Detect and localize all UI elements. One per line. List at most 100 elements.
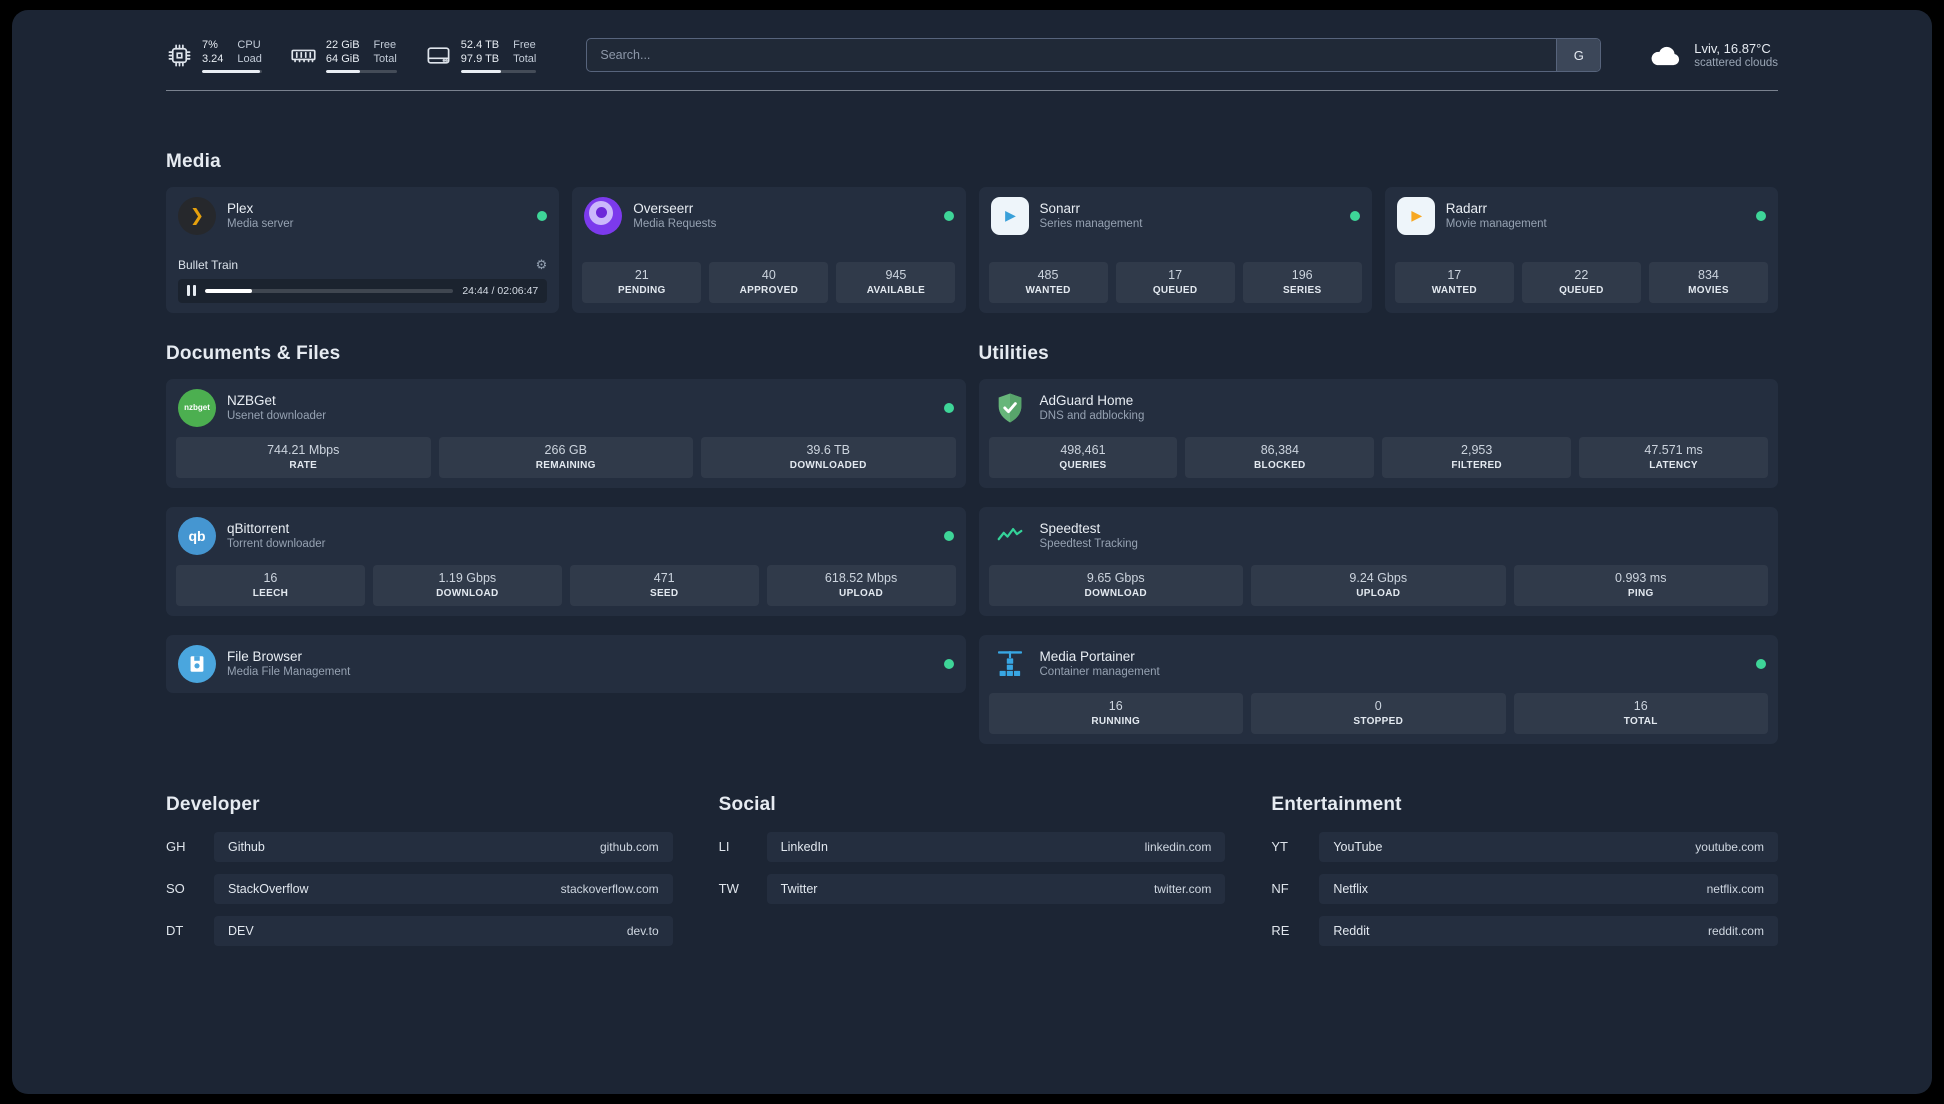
- qbittorrent-icon: qb: [178, 516, 216, 555]
- stat-tile: 21 PENDING: [582, 261, 702, 303]
- gear-icon[interactable]: ⚙: [536, 257, 548, 273]
- bookmark-item[interactable]: YT YouTube youtube.com: [1271, 831, 1778, 862]
- cpu-icon: [166, 42, 193, 69]
- service-name: Overseerr: [633, 201, 694, 217]
- service-subtitle: Usenet downloader: [227, 410, 327, 423]
- media-grid: ❯ Plex Media server Bullet Train ⚙ 24:44…: [166, 186, 1778, 313]
- stat-value: 86,384: [1260, 442, 1299, 457]
- stat-value: 266 GB: [544, 442, 587, 457]
- service-card-nzbget[interactable]: nzbget NZBGet Usenet downloader 744.21 M…: [166, 378, 966, 488]
- service-card-overseerr[interactable]: Overseerr Media Requests 21 PENDING 40 APPR…: [572, 186, 966, 313]
- service-subtitle: Media Requests: [633, 218, 717, 231]
- cpu-progress-bar: [202, 69, 262, 73]
- disk-free-value: 52.4 TB: [460, 39, 500, 51]
- section-title-entertainment: Entertainment: [1271, 793, 1402, 815]
- bookmark-abbr: RE: [1271, 923, 1290, 939]
- stat-value: 22: [1574, 267, 1589, 282]
- memory-progress-bar: [325, 69, 397, 73]
- bookmarks-grid: Developer GH Github github.com SO StackOverf…: [166, 794, 1778, 998]
- stats-row: 21 PENDING 40 APPROVED 945 AVAILABLE: [572, 261, 965, 313]
- utilities-column: Utilities AdGuard Home DNS and adblockin…: [978, 313, 1779, 744]
- stats-row: 485 WANTED 17 QUEUED 196 SERIES: [979, 261, 1372, 313]
- bookmark-url: github.com: [599, 839, 659, 854]
- service-card-adguard[interactable]: AdGuard Home DNS and adblocking 498,461 Q…: [978, 378, 1779, 488]
- disk-label-2: Total: [513, 53, 537, 66]
- service-subtitle: Torrent downloader: [227, 538, 326, 551]
- stats-row: 498,461 QUERIES 86,384 BLOCKED 2,953 FILTERED…: [979, 436, 1779, 488]
- player-progress-bar[interactable]: [205, 288, 454, 293]
- search-input[interactable]: [587, 39, 1557, 72]
- bookmark-url: reddit.com: [1707, 923, 1764, 938]
- stat-label: QUEUED: [1152, 284, 1198, 296]
- service-name: AdGuard Home: [1039, 393, 1134, 409]
- bookmark-item[interactable]: NF Netflix netflix.com: [1271, 873, 1778, 904]
- stat-tile: 16 TOTAL: [1513, 692, 1768, 734]
- stat-label: RATE: [289, 459, 318, 471]
- service-subtitle: Speedtest Tracking: [1039, 538, 1138, 551]
- bookmark-link[interactable]: Netflix netflix.com: [1319, 873, 1778, 904]
- stat-label: AVAILABLE: [866, 284, 926, 296]
- stat-label: REMAINING: [535, 459, 596, 471]
- stat-tile: 17 QUEUED: [1115, 261, 1235, 303]
- stat-label: SEED: [649, 587, 679, 599]
- bookmark-link[interactable]: Reddit reddit.com: [1319, 915, 1778, 946]
- service-card-plex[interactable]: ❯ Plex Media server Bullet Train ⚙ 24:44…: [166, 186, 560, 313]
- stat-tile: 498,461 QUERIES: [988, 436, 1178, 478]
- bookmark-link[interactable]: YouTube youtube.com: [1319, 831, 1778, 862]
- search-provider-button[interactable]: G: [1556, 39, 1601, 72]
- bookmark-link[interactable]: Github github.com: [214, 831, 673, 862]
- bookmark-link[interactable]: DEV dev.to: [214, 915, 673, 946]
- service-subtitle: Media File Management: [227, 666, 351, 679]
- stat-value: 196: [1291, 267, 1313, 282]
- stat-label: TOTAL: [1623, 715, 1658, 727]
- stat-value: 21: [634, 267, 649, 282]
- bookmark-link[interactable]: LinkedIn linkedin.com: [766, 831, 1226, 862]
- status-dot: [943, 658, 954, 669]
- service-card-radarr[interactable]: ▶ Radarr Movie management 17 WANTED 22 QUEU…: [1384, 186, 1778, 313]
- stats-row: 16 LEECH 1.19 Gbps DOWNLOAD 471 SEED 618.52 Mb…: [166, 564, 966, 616]
- service-card-portainer[interactable]: Media Portainer Container management 16 R…: [978, 634, 1778, 744]
- disk-icon: [425, 42, 452, 69]
- service-card-sonarr[interactable]: ▶ Sonarr Series management 485 WANTED 17 QU…: [978, 186, 1372, 313]
- bookmark-item[interactable]: TW Twitter twitter.com: [719, 873, 1226, 904]
- section-title-social: Social: [718, 793, 776, 815]
- bookmark-item[interactable]: RE Reddit reddit.com: [1271, 915, 1778, 946]
- bookmark-link[interactable]: Twitter twitter.com: [766, 873, 1226, 904]
- section-title-media: Media: [166, 150, 221, 172]
- stat-tile: 17 WANTED: [1394, 261, 1514, 303]
- service-card-filebrowser[interactable]: File Browser Media File Management: [166, 634, 966, 693]
- stat-tile: 22 QUEUED: [1521, 261, 1641, 303]
- bookmark-item[interactable]: DT DEV dev.to: [166, 915, 673, 946]
- service-card-qbittorrent[interactable]: qb qBittorrent Torrent downloader 16 LEEC…: [166, 506, 966, 616]
- bookmark-item[interactable]: GH Github github.com: [166, 831, 673, 862]
- status-dot: [943, 210, 954, 221]
- stat-label: UPLOAD: [839, 587, 884, 599]
- stat-tile: 744.21 Mbps RATE: [176, 436, 431, 478]
- stat-value: 945: [885, 267, 907, 282]
- memory-label-1: Free: [373, 39, 397, 51]
- stat-label: RUNNING: [1091, 715, 1141, 727]
- search-bar: G: [586, 38, 1602, 73]
- bookmarks-developer: Developer GH Github github.com SO StackOverf…: [166, 794, 673, 958]
- bookmarks-entertainment: Entertainment YT YouTube youtube.com NF Netf…: [1271, 794, 1778, 958]
- stat-value: 17: [1447, 267, 1462, 282]
- stat-value: 39.6 TB: [806, 442, 851, 457]
- bookmark-item[interactable]: LI LinkedIn linkedin.com: [719, 831, 1226, 862]
- pause-button[interactable]: [187, 285, 196, 297]
- resource-widgets: 7% 3.24 CPU Load 22 GiB 64 GiB Free Tota…: [166, 38, 537, 73]
- stats-row: 744.21 Mbps RATE 266 GB REMAINING 39.6 TB DOW…: [166, 436, 966, 488]
- bookmark-url: netflix.com: [1706, 881, 1764, 896]
- bookmark-item[interactable]: SO StackOverflow stackoverflow.com: [166, 873, 673, 904]
- plex-now-playing: Bullet Train ⚙ 24:44 / 02:06:47: [166, 257, 559, 313]
- section-title-documents: Documents & Files: [166, 342, 341, 364]
- service-name: File Browser: [227, 649, 303, 665]
- service-subtitle: Media server: [227, 218, 294, 231]
- stat-tile: 40 APPROVED: [709, 261, 829, 303]
- service-subtitle: Container management: [1039, 666, 1160, 679]
- bookmark-link[interactable]: StackOverflow stackoverflow.com: [214, 873, 673, 904]
- bookmark-url: youtube.com: [1695, 839, 1764, 854]
- overseerr-icon: [584, 196, 623, 235]
- bookmark-url: dev.to: [626, 923, 659, 938]
- service-card-speedtest[interactable]: Speedtest Speedtest Tracking 9.65 Gbps DO…: [978, 506, 1778, 616]
- weather-widget[interactable]: Lviv, 16.87°C scattered clouds: [1647, 40, 1778, 70]
